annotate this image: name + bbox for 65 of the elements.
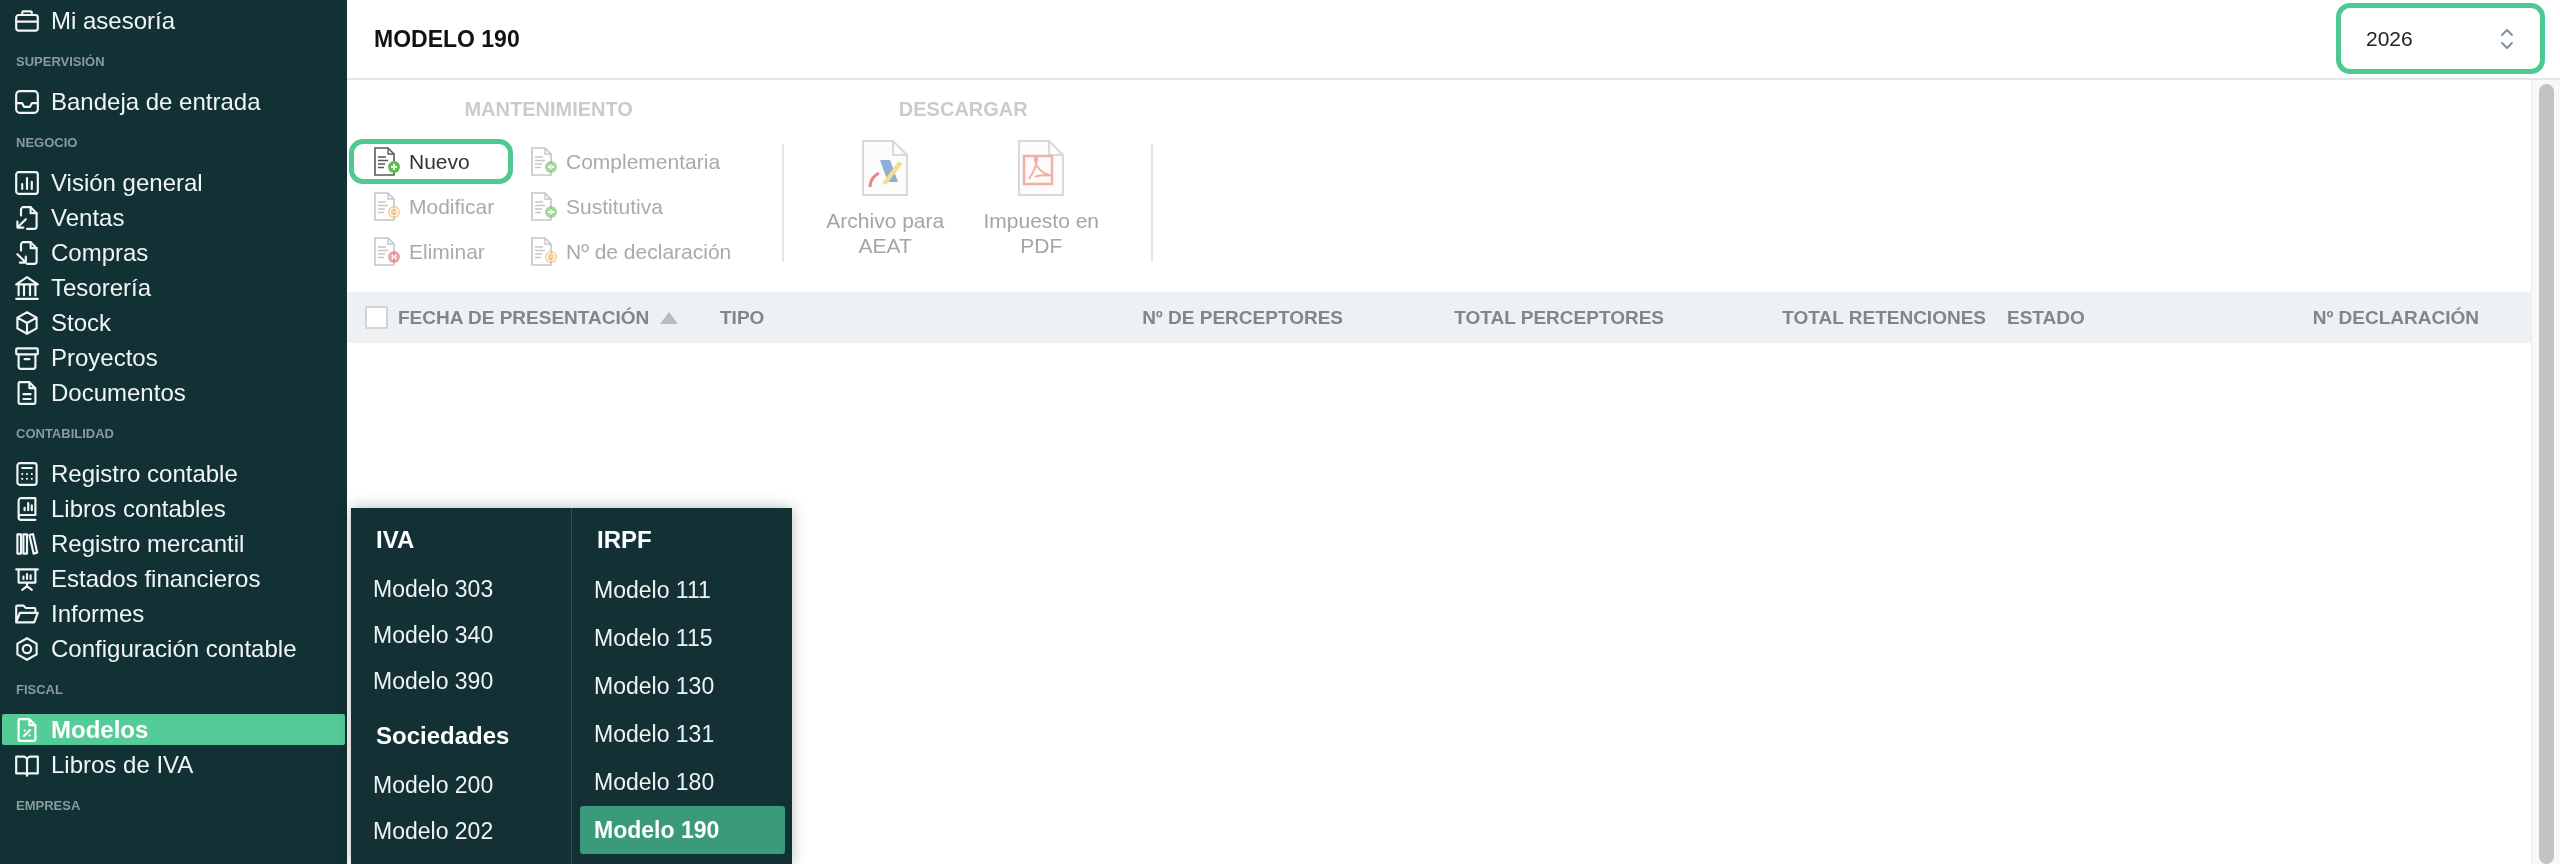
document-x-icon	[373, 236, 401, 267]
nav-item[interactable]: Libros de IVA	[2, 749, 345, 780]
nav-item[interactable]: Libros contables	[2, 493, 345, 524]
inbox-icon	[15, 89, 39, 114]
hexagon-icon	[15, 636, 39, 661]
books-icon	[15, 531, 39, 556]
document-clock-icon	[373, 191, 401, 222]
nav-item[interactable]: Bandeja de entrada	[2, 86, 345, 117]
bank-icon	[15, 275, 39, 300]
menu-item[interactable]: Modelo 115	[580, 614, 785, 662]
select-all-checkbox[interactable]	[365, 306, 388, 329]
toolbar-button[interactable]: Nuevo	[349, 139, 513, 184]
menu-group-title: Sociedades	[376, 722, 510, 750]
section-label: CONTABILIDAD	[16, 426, 114, 441]
bar-chart-icon	[15, 170, 39, 195]
nav-item[interactable]: Ventas	[2, 202, 345, 233]
nav-item[interactable]: Configuración contable	[2, 633, 345, 664]
cube-icon	[15, 310, 39, 335]
menu-item[interactable]: Modelo 130	[580, 662, 785, 710]
menu-item[interactable]: Modelo 303	[359, 566, 564, 612]
nav-item[interactable]: Mi asesoría	[2, 5, 345, 36]
section-label: FISCAL	[16, 682, 63, 697]
archive-box-icon	[15, 345, 39, 370]
menu-group-title: IRPF	[597, 526, 652, 554]
presentation-chart-icon	[15, 566, 39, 591]
document-icon	[15, 380, 39, 405]
document-arrow-icon	[15, 240, 39, 265]
section-label: SUPERVISIÓN	[16, 54, 105, 69]
scrollbar-thumb[interactable]	[2539, 84, 2554, 864]
document-plus-icon	[373, 146, 401, 177]
menu-item[interactable]: Modelo 111	[580, 566, 785, 614]
nav-item[interactable]: Registro contable	[2, 458, 345, 489]
menu-item[interactable]: Modelo 202	[359, 808, 564, 854]
sort-up-icon	[660, 311, 679, 324]
document-percent-icon	[15, 717, 39, 742]
calculator-icon	[15, 461, 39, 486]
book-chart-icon	[15, 496, 39, 521]
menu-item[interactable]: Modelo 200	[359, 762, 564, 808]
scrollbar-track[interactable]	[2531, 80, 2560, 864]
nav-item[interactable]: Visión general	[2, 167, 345, 198]
document-clock-icon	[530, 236, 558, 267]
year-field[interactable]: 2026	[2336, 3, 2545, 74]
nav-item[interactable]: Documentos	[2, 377, 345, 408]
menu-item[interactable]: Modelo 390	[359, 658, 564, 704]
pdf-document-icon	[1017, 140, 1066, 196]
menu-item[interactable]: Modelo 180	[580, 758, 785, 806]
document-arrow-icon	[15, 205, 39, 230]
section-label: EMPRESA	[16, 798, 81, 813]
nav-item[interactable]: Estados financieros	[2, 563, 345, 594]
briefcase-icon	[15, 8, 39, 33]
menu-item[interactable]: Modelo 131	[580, 710, 785, 758]
nav-item[interactable]: Stock	[2, 307, 345, 338]
nav-item[interactable]: Informes	[2, 598, 345, 629]
nav-item[interactable]: Compras	[2, 237, 345, 268]
menu-group-title: IVA	[376, 526, 415, 554]
section-label: NEGOCIO	[16, 135, 78, 150]
menu-item[interactable]: Modelo 340	[359, 612, 564, 658]
nav-item[interactable]: Proyectos	[2, 342, 345, 373]
document-emblem-icon	[861, 140, 910, 196]
page-title: MODELO 190	[374, 25, 520, 53]
document-plus-icon	[530, 191, 558, 222]
spinner-icon[interactable]	[2500, 26, 2514, 51]
nav-item[interactable]: Tesorería	[2, 272, 345, 303]
document-plus-icon	[530, 146, 558, 177]
nav-item[interactable]: Registro mercantil	[2, 528, 345, 559]
